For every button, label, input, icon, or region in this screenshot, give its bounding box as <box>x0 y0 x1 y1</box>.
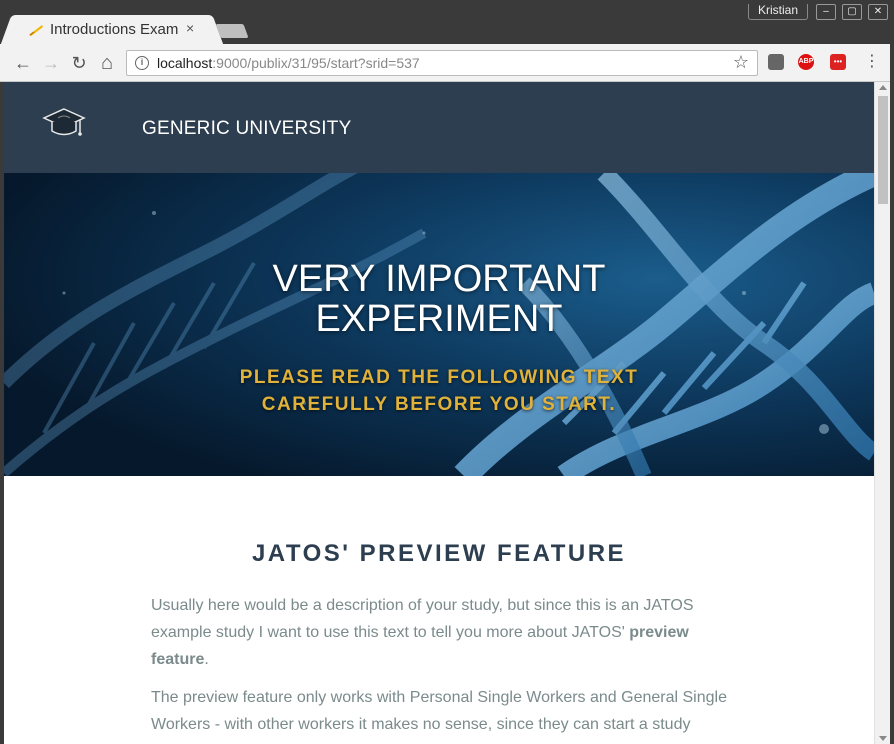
maximize-icon[interactable]: ▢ <box>842 4 862 20</box>
lastpass-extension-icon[interactable]: ••• <box>830 54 846 70</box>
hero-banner: VERY IMPORTANT EXPERIMENT PLEASE READ TH… <box>4 173 874 476</box>
info-icon[interactable]: i <box>135 56 149 70</box>
page-scrollbar[interactable] <box>874 82 890 744</box>
scroll-up-icon[interactable] <box>879 85 887 90</box>
url-host: localhost <box>157 55 213 71</box>
back-icon[interactable]: ← <box>12 52 34 74</box>
hero-subtitle-line2: CAREFULLY BEFORE YOU START. <box>261 394 617 415</box>
main-content: JATOS' PREVIEW FEATURE Usually here woul… <box>4 476 874 744</box>
profile-button[interactable]: Kristian <box>748 4 808 20</box>
home-icon[interactable]: ⌂ <box>96 52 118 74</box>
url-text[interactable]: localhost:9000/publix/31/95/start?srid=5… <box>157 55 420 71</box>
site-navbar: GENERIC UNIVERSITY <box>4 82 874 173</box>
section-title: JATOS' PREVIEW FEATURE <box>251 540 627 567</box>
window-border-right <box>890 44 894 744</box>
close-window-icon[interactable]: ✕ <box>868 4 888 20</box>
tab-close-icon[interactable]: × <box>186 20 194 36</box>
preview-paragraph: The preview feature only works with Pers… <box>151 689 727 733</box>
intro-text-end: . <box>204 651 209 668</box>
hero-title-line2: EXPERIMENT <box>315 298 563 340</box>
minimize-icon[interactable]: – <box>816 4 836 20</box>
hero-title: VERY IMPORTANT EXPERIMENT <box>4 259 874 339</box>
scroll-down-icon[interactable] <box>879 736 887 741</box>
browser-menu-icon[interactable]: ⋮ <box>864 52 880 72</box>
pocket-extension-icon[interactable] <box>768 54 784 70</box>
browser-toolbar: ← → ↻ ⌂ i localhost:9000/publix/31/95/st… <box>0 44 894 82</box>
url-path: :9000/publix/31/95/start?srid=537 <box>212 55 420 71</box>
hero-title-line1: VERY IMPORTANT <box>272 258 606 300</box>
tab-title: Introductions Exam <box>50 21 178 38</box>
graduation-cap-icon[interactable] <box>42 106 86 142</box>
forward-icon[interactable]: → <box>40 52 62 74</box>
favicon-icon <box>29 25 43 36</box>
hero-subtitle-line1: PLEASE READ THE FOLLOWING TEXT <box>239 367 639 388</box>
hero-subtitle: PLEASE READ THE FOLLOWING TEXT CAREFULLY… <box>4 364 874 418</box>
page-viewport: GENERIC UNIVERSITY VERY IMPORTANT EXPERI… <box>4 82 874 744</box>
browser-tab-active[interactable]: Introductions Exam × <box>14 15 210 45</box>
address-bar[interactable]: i localhost:9000/publix/31/95/start?srid… <box>126 50 758 76</box>
intro-text: Usually here would be a description of y… <box>151 597 694 641</box>
adblock-extension-icon[interactable]: ABP <box>798 54 814 70</box>
intro-paragraph: Usually here would be a description of y… <box>151 592 727 673</box>
reload-icon[interactable]: ↻ <box>68 52 90 74</box>
new-tab-button[interactable] <box>215 24 249 38</box>
site-name[interactable]: GENERIC UNIVERSITY <box>142 118 351 140</box>
browser-tab-strip: Kristian – ▢ ✕ Introductions Exam × <box>0 0 894 45</box>
scroll-thumb[interactable] <box>878 96 888 204</box>
bookmark-star-icon[interactable]: ☆ <box>733 52 749 73</box>
